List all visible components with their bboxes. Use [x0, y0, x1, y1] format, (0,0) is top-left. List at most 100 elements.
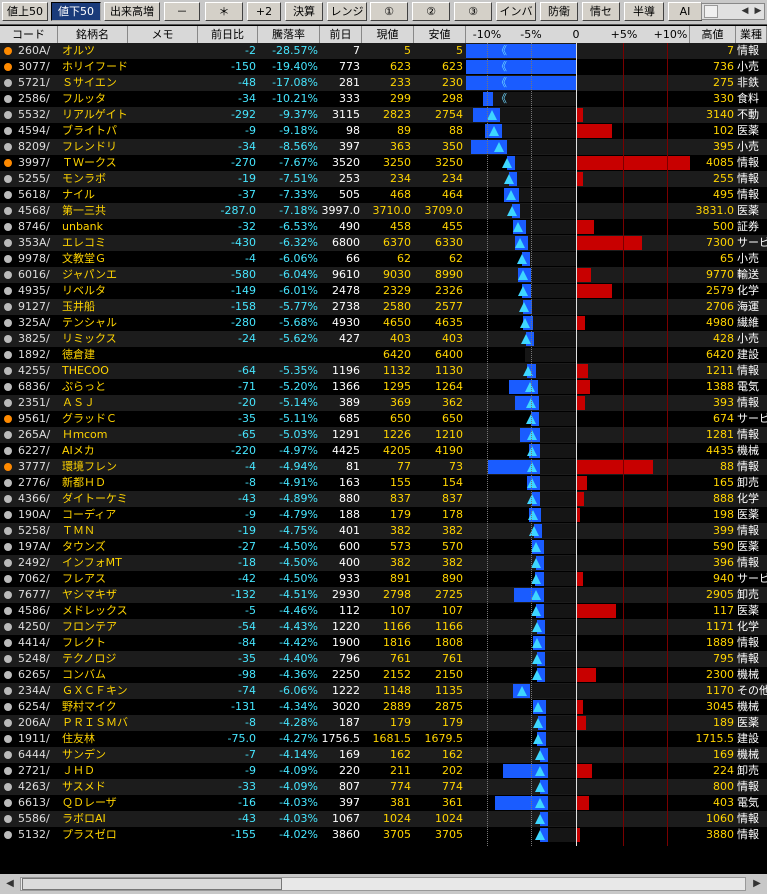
toolbar-button-0[interactable]: 値上50: [2, 2, 48, 21]
range-bar: [466, 427, 690, 443]
table-row[interactable]: 4263/サスメド -33 -4.09% 807 774 774 800 情報: [0, 779, 767, 795]
table-row[interactable]: 2586/フルッタ -34 -10.21% 333 299 298 330 食料 《: [0, 91, 767, 107]
table-row[interactable]: 1892/徳倉建 6420 6400 6420 建設: [0, 347, 767, 363]
table-row[interactable]: 9978/文教堂Ｇ -4 -6.06% 66 62 62 65 小売: [0, 251, 767, 267]
table-row[interactable]: 2351/ＡＳＪ -20 -5.14% 389 369 362 393 情報: [0, 395, 767, 411]
toolbar-button-14[interactable]: 半導: [624, 2, 664, 21]
table-row[interactable]: 7062/フレアス -42 -4.50% 933 891 890 940 サービ: [0, 571, 767, 587]
status-dot-icon: [4, 143, 12, 151]
table-row[interactable]: 5258/ＴＭＮ -19 -4.75% 401 382 382 399 情報: [0, 523, 767, 539]
table-row[interactable]: 3777/環境フレン -4 -4.94% 81 77 73 88 情報: [0, 459, 767, 475]
cell-low: 403: [442, 332, 463, 345]
toolbar-button-9[interactable]: ②: [412, 2, 450, 21]
table-row[interactable]: 5248/テクノロジ -35 -4.40% 796 761 761 795 情報: [0, 651, 767, 667]
table-row[interactable]: 1911/住友林 -75.0 -4.27% 1756.5 1681.5 1679.5 171…: [0, 731, 767, 747]
table-row[interactable]: 5532/リアルゲイト -292 -9.37% 3115 2823 2754 3140 不動: [0, 107, 767, 123]
status-dot-icon: [4, 431, 12, 439]
table-row[interactable]: 353A/エレコミ -430 -6.32% 6800 6370 6330 7300 サービ: [0, 235, 767, 251]
toolbar-button-5[interactable]: +2: [247, 2, 281, 21]
table-row[interactable]: 6444/サンデン -7 -4.14% 169 162 162 169 機械: [0, 747, 767, 763]
header-prev-close[interactable]: 前日: [320, 26, 362, 43]
table-row[interactable]: 197A/タウンズ -27 -4.50% 600 573 570 590 医薬: [0, 539, 767, 555]
header-sector[interactable]: 業種: [736, 26, 767, 43]
table-row[interactable]: 3997/ＴＷークス -270 -7.67% 3520 3250 3250 4085 情報: [0, 155, 767, 171]
header-name[interactable]: 銘柄名: [58, 26, 128, 43]
cell-cur: 2329: [383, 284, 411, 297]
toolbar-button-3[interactable]: －: [164, 2, 200, 21]
table-row[interactable]: 4594/ブライトパ -9 -9.18% 98 89 88 102 医薬: [0, 123, 767, 139]
table-row[interactable]: 5132/プラスゼロ -155 -4.02% 3860 3705 3705 3880 情報: [0, 827, 767, 843]
cell-high: 1171: [706, 620, 734, 633]
table-row[interactable]: 5586/ラボロAI -43 -4.03% 1067 1024 1024 1060 情報: [0, 811, 767, 827]
table-row[interactable]: 3077/ホリイフード -150 -19.40% 773 623 623 736 小売 《: [0, 59, 767, 75]
scroll-right-arrow-icon[interactable]: ▶: [750, 876, 764, 892]
table-row[interactable]: 4568/第一三共 -287.0 -7.18% 3997.0 3710.0 3709.0 3…: [0, 203, 767, 219]
table-row[interactable]: 6836/ぷらっと -71 -5.20% 1366 1295 1264 1388 電気: [0, 379, 767, 395]
header-memo[interactable]: メモ: [128, 26, 198, 43]
toolbar-button-8[interactable]: ①: [370, 2, 408, 21]
range-bar: [466, 331, 690, 347]
cell-prev: 1220: [332, 620, 360, 633]
toolbar-scrollbar[interactable]: ◀ ▶: [701, 3, 765, 20]
table-row[interactable]: 6265/コンバム -98 -4.36% 2250 2152 2150 2300 機械: [0, 667, 767, 683]
toolbar-button-11[interactable]: インバ: [496, 2, 536, 21]
cell-pct: -6.06%: [279, 684, 318, 697]
table-row[interactable]: 4250/フロンテア -54 -4.43% 1220 1166 1166 1171 化学: [0, 619, 767, 635]
toolbar-button-6[interactable]: 決算: [285, 2, 323, 21]
table-row[interactable]: 4414/フレクト -84 -4.42% 1900 1816 1808 1889 情報: [0, 635, 767, 651]
horizontal-scrollbar[interactable]: ◀ ▶: [0, 874, 767, 894]
toolbar-button-1[interactable]: 値下50: [51, 2, 101, 21]
toolbar-button-4[interactable]: ＊: [205, 2, 243, 21]
toolbar-button-7[interactable]: レンジ: [327, 2, 367, 21]
scroll-right-icon[interactable]: ▶: [753, 4, 763, 19]
header-current[interactable]: 現値: [362, 26, 414, 43]
status-dot-icon: [4, 223, 12, 231]
header-change[interactable]: 前日比: [198, 26, 258, 43]
table-row[interactable]: 8209/フレンドリ -34 -8.56% 397 363 350 395 小売: [0, 139, 767, 155]
header-low[interactable]: 安値: [414, 26, 466, 43]
table-row[interactable]: 4935/リベルタ -149 -6.01% 2478 2329 2326 2579 化学: [0, 283, 767, 299]
table-row[interactable]: 234A/ＧＸＣＦキン -74 -6.06% 1222 1148 1135 1170 その他: [0, 683, 767, 699]
table-row[interactable]: 2492/インフォMT -18 -4.50% 400 382 382 396 情報: [0, 555, 767, 571]
cell-prev: 1067: [332, 812, 360, 825]
cell-low: 1679.5: [424, 732, 464, 745]
table-row[interactable]: 325A/テンシャル -280 -5.68% 4930 4650 4635 4980 繊維: [0, 315, 767, 331]
toolbar-scroll-thumb[interactable]: [704, 5, 718, 18]
cell-low: 3705: [435, 828, 463, 841]
table-row[interactable]: 5721/Ｓサイエン -48 -17.08% 281 233 230 275 非鉄 《: [0, 75, 767, 91]
table-row[interactable]: 3825/リミックス -24 -5.62% 427 403 403 428 小売: [0, 331, 767, 347]
table-row[interactable]: 6016/ジャパンエ -580 -6.04% 9610 9030 8990 9770 輸送: [0, 267, 767, 283]
current-price-marker-icon: [530, 574, 541, 584]
toolbar-button-15[interactable]: AI: [668, 2, 702, 21]
table-row[interactable]: 190A/コーディア -9 -4.79% 188 179 178 198 医薬: [0, 507, 767, 523]
status-dot-icon: [4, 79, 12, 87]
toolbar-button-2[interactable]: 出来高増: [104, 2, 160, 21]
table-row[interactable]: 6227/AIメカ -220 -4.97% 4425 4205 4190 4435 機械: [0, 443, 767, 459]
table-row[interactable]: 206A/ＰＲＩＳＭバ -8 -4.28% 187 179 179 189 医薬: [0, 715, 767, 731]
toolbar-button-10[interactable]: ③: [454, 2, 492, 21]
table-row[interactable]: 6613/ＱＤレーザ -16 -4.03% 397 381 361 403 電気: [0, 795, 767, 811]
table-row[interactable]: 8746/unbank -32 -6.53% 490 458 455 500 証券: [0, 219, 767, 235]
scroll-thumb[interactable]: [22, 878, 282, 890]
table-row[interactable]: 4366/ダイトーケミ -43 -4.89% 880 837 837 888 化学: [0, 491, 767, 507]
header-high[interactable]: 高値: [690, 26, 736, 43]
table-row[interactable]: 7677/ヤシマキザ -132 -4.51% 2930 2798 2725 2905 卸売: [0, 587, 767, 603]
table-row[interactable]: 5255/モンラボ -19 -7.51% 253 234 234 255 情報: [0, 171, 767, 187]
scroll-left-arrow-icon[interactable]: ◀: [3, 876, 17, 892]
toolbar-button-13[interactable]: 情セ: [582, 2, 620, 21]
table-row[interactable]: 9561/グラッドＣ -35 -5.11% 685 650 650 674 サービ: [0, 411, 767, 427]
table-row[interactable]: 260A/オルツ -2 -28.57% 7 5 5 7 情報《: [0, 43, 767, 59]
cell-name: ＧＸＣＦキン: [62, 684, 128, 697]
toolbar-button-12[interactable]: 防衛: [540, 2, 578, 21]
table-row[interactable]: 2721/ＪＨＤ -9 -4.09% 220 211 202 224 卸売: [0, 763, 767, 779]
table-row[interactable]: 2776/新都ＨＤ -8 -4.91% 163 155 154 165 卸売: [0, 475, 767, 491]
scroll-left-icon[interactable]: ◀: [740, 4, 750, 19]
table-row[interactable]: 4255/THECOO -64 -5.35% 1196 1132 1130 1211 情報: [0, 363, 767, 379]
table-row[interactable]: 6254/野村マイク -131 -4.34% 3020 2889 2875 3045 機械: [0, 699, 767, 715]
table-row[interactable]: 4586/メドレックス -5 -4.46% 112 107 107 117 医薬: [0, 603, 767, 619]
table-row[interactable]: 5618/ナイル -37 -7.33% 505 468 464 495 情報: [0, 187, 767, 203]
table-row[interactable]: 9127/玉井船 -158 -5.77% 2738 2580 2577 2706 海運: [0, 299, 767, 315]
header-percent[interactable]: 騰落率: [258, 26, 320, 43]
table-row[interactable]: 265A/Ｈｍcom -65 -5.03% 1291 1226 1210 1281 情報: [0, 427, 767, 443]
header-code[interactable]: コード: [0, 26, 58, 43]
